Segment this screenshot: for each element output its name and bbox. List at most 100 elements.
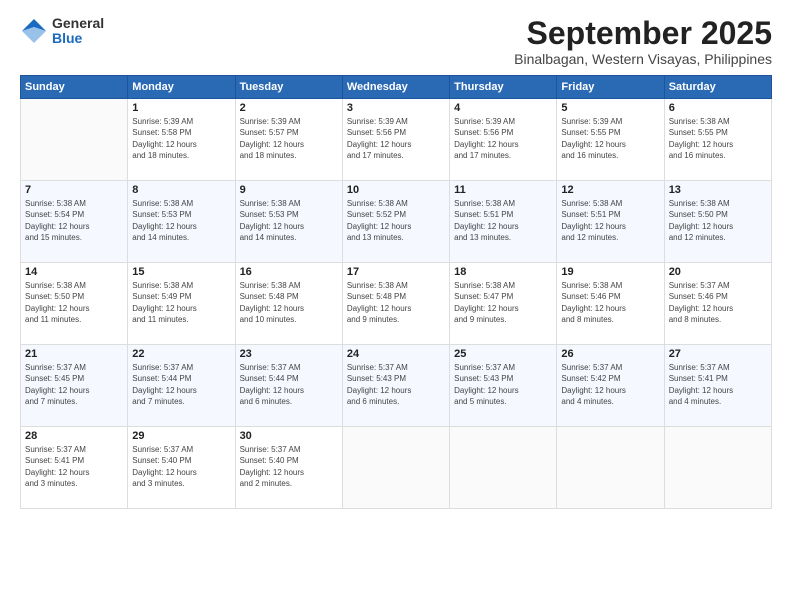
calendar-cell: 8 Sunrise: 5:38 AM Sunset: 5:53 PM Daylig…	[128, 181, 235, 263]
calendar-cell: 12Sunrise: 5:38 AM Sunset: 5:51 PM Dayli…	[557, 181, 664, 263]
day-number: 8	[132, 184, 230, 196]
day-info: Sunrise: 5:38 AM Sunset: 5:49 PM Dayligh…	[132, 280, 230, 325]
day-number: 15	[132, 266, 230, 278]
day-info: Sunrise: 5:38 AM Sunset: 5:47 PM Dayligh…	[454, 280, 552, 325]
day-number: 5	[561, 102, 659, 114]
col-wednesday: Wednesday	[342, 76, 449, 99]
day-info: Sunrise: 5:38 AM Sunset: 5:48 PM Dayligh…	[347, 280, 445, 325]
day-number: 24	[347, 348, 445, 360]
week-row-3: 14 Sunrise: 5:38 AM Sunset: 5:50 PM Dayli…	[21, 263, 772, 345]
calendar-title: September 2025	[514, 16, 772, 51]
day-number: 10	[347, 184, 445, 196]
logo-icon	[20, 17, 48, 45]
col-tuesday: Tuesday	[235, 76, 342, 99]
calendar-cell: 7 Sunrise: 5:38 AM Sunset: 5:54 PM Daylig…	[21, 181, 128, 263]
day-number: 13	[669, 184, 767, 196]
calendar-cell: 6 Sunrise: 5:38 AM Sunset: 5:55 PM Daylig…	[664, 99, 771, 181]
calendar-cell	[557, 427, 664, 509]
calendar-cell: 9Sunrise: 5:38 AM Sunset: 5:53 PM Daylig…	[235, 181, 342, 263]
calendar-cell: 20 Sunrise: 5:37 AM Sunset: 5:46 PM Dayli…	[664, 263, 771, 345]
col-friday: Friday	[557, 76, 664, 99]
day-number: 28	[25, 430, 123, 442]
day-info: Sunrise: 5:37 AM Sunset: 5:43 PM Dayligh…	[454, 362, 552, 407]
calendar-cell: 29 Sunrise: 5:37 AM Sunset: 5:40 PM Dayli…	[128, 427, 235, 509]
col-sunday: Sunday	[21, 76, 128, 99]
calendar-cell: 15 Sunrise: 5:38 AM Sunset: 5:49 PM Dayli…	[128, 263, 235, 345]
day-info: Sunrise: 5:38 AM Sunset: 5:53 PM Dayligh…	[132, 198, 230, 243]
day-number: 20	[669, 266, 767, 278]
header-row: Sunday Monday Tuesday Wednesday Thursday…	[21, 76, 772, 99]
day-number: 23	[240, 348, 338, 360]
calendar-cell: 30Sunrise: 5:37 AM Sunset: 5:40 PM Dayli…	[235, 427, 342, 509]
calendar-body: 1 Sunrise: 5:39 AM Sunset: 5:58 PM Daylig…	[21, 99, 772, 509]
day-number: 3	[347, 102, 445, 114]
calendar-cell	[342, 427, 449, 509]
day-info: Sunrise: 5:38 AM Sunset: 5:54 PM Dayligh…	[25, 198, 123, 243]
day-info: Sunrise: 5:37 AM Sunset: 5:46 PM Dayligh…	[669, 280, 767, 325]
calendar-table: Sunday Monday Tuesday Wednesday Thursday…	[20, 75, 772, 509]
day-number: 25	[454, 348, 552, 360]
calendar-cell: 19 Sunrise: 5:38 AM Sunset: 5:46 PM Dayli…	[557, 263, 664, 345]
day-info: Sunrise: 5:38 AM Sunset: 5:50 PM Dayligh…	[669, 198, 767, 243]
calendar-cell: 28Sunrise: 5:37 AM Sunset: 5:41 PM Dayli…	[21, 427, 128, 509]
calendar-cell: 3 Sunrise: 5:39 AM Sunset: 5:56 PM Daylig…	[342, 99, 449, 181]
col-monday: Monday	[128, 76, 235, 99]
calendar-cell	[450, 427, 557, 509]
day-info: Sunrise: 5:37 AM Sunset: 5:41 PM Dayligh…	[669, 362, 767, 407]
calendar-cell: 24 Sunrise: 5:37 AM Sunset: 5:43 PM Dayli…	[342, 345, 449, 427]
calendar-header: Sunday Monday Tuesday Wednesday Thursday…	[21, 76, 772, 99]
title-block: September 2025 Binalbagan, Western Visay…	[514, 16, 772, 67]
header: General Blue September 2025 Binalbagan, …	[20, 16, 772, 67]
logo-blue-text: Blue	[52, 31, 104, 46]
calendar-cell: 4Sunrise: 5:39 AM Sunset: 5:56 PM Daylig…	[450, 99, 557, 181]
day-info: Sunrise: 5:38 AM Sunset: 5:53 PM Dayligh…	[240, 198, 338, 243]
calendar-cell: 1 Sunrise: 5:39 AM Sunset: 5:58 PM Daylig…	[128, 99, 235, 181]
logo: General Blue	[20, 16, 104, 47]
day-info: Sunrise: 5:39 AM Sunset: 5:58 PM Dayligh…	[132, 116, 230, 161]
day-number: 17	[347, 266, 445, 278]
calendar-cell: 23 Sunrise: 5:37 AM Sunset: 5:44 PM Dayli…	[235, 345, 342, 427]
day-number: 7	[25, 184, 123, 196]
day-info: Sunrise: 5:37 AM Sunset: 5:44 PM Dayligh…	[240, 362, 338, 407]
day-info: Sunrise: 5:37 AM Sunset: 5:42 PM Dayligh…	[561, 362, 659, 407]
calendar-cell: 14 Sunrise: 5:38 AM Sunset: 5:50 PM Dayli…	[21, 263, 128, 345]
day-info: Sunrise: 5:39 AM Sunset: 5:56 PM Dayligh…	[347, 116, 445, 161]
day-info: Sunrise: 5:38 AM Sunset: 5:51 PM Dayligh…	[454, 198, 552, 243]
day-number: 29	[132, 430, 230, 442]
day-number: 21	[25, 348, 123, 360]
calendar-cell: 17 Sunrise: 5:38 AM Sunset: 5:48 PM Dayli…	[342, 263, 449, 345]
week-row-1: 1 Sunrise: 5:39 AM Sunset: 5:58 PM Daylig…	[21, 99, 772, 181]
day-info: Sunrise: 5:37 AM Sunset: 5:43 PM Dayligh…	[347, 362, 445, 407]
day-number: 6	[669, 102, 767, 114]
calendar-cell: 25 Sunrise: 5:37 AM Sunset: 5:43 PM Dayli…	[450, 345, 557, 427]
calendar-cell: 13 Sunrise: 5:38 AM Sunset: 5:50 PM Dayli…	[664, 181, 771, 263]
day-info: Sunrise: 5:39 AM Sunset: 5:57 PM Dayligh…	[240, 116, 338, 161]
calendar-cell: 10 Sunrise: 5:38 AM Sunset: 5:52 PM Dayli…	[342, 181, 449, 263]
day-number: 14	[25, 266, 123, 278]
day-info: Sunrise: 5:38 AM Sunset: 5:55 PM Dayligh…	[669, 116, 767, 161]
calendar-cell: 5 Sunrise: 5:39 AM Sunset: 5:55 PM Daylig…	[557, 99, 664, 181]
logo-general-text: General	[52, 16, 104, 31]
logo-text: General Blue	[52, 16, 104, 47]
calendar-cell	[664, 427, 771, 509]
calendar-cell	[21, 99, 128, 181]
day-number: 26	[561, 348, 659, 360]
day-info: Sunrise: 5:38 AM Sunset: 5:50 PM Dayligh…	[25, 280, 123, 325]
day-info: Sunrise: 5:38 AM Sunset: 5:51 PM Dayligh…	[561, 198, 659, 243]
day-number: 1	[132, 102, 230, 114]
day-number: 4	[454, 102, 552, 114]
day-number: 19	[561, 266, 659, 278]
day-number: 27	[669, 348, 767, 360]
day-info: Sunrise: 5:38 AM Sunset: 5:48 PM Dayligh…	[240, 280, 338, 325]
calendar-cell: 18Sunrise: 5:38 AM Sunset: 5:47 PM Dayli…	[450, 263, 557, 345]
calendar-cell: 2Sunrise: 5:39 AM Sunset: 5:57 PM Daylig…	[235, 99, 342, 181]
calendar-location: Binalbagan, Western Visayas, Philippines	[514, 51, 772, 67]
day-info: Sunrise: 5:38 AM Sunset: 5:46 PM Dayligh…	[561, 280, 659, 325]
week-row-2: 7 Sunrise: 5:38 AM Sunset: 5:54 PM Daylig…	[21, 181, 772, 263]
day-number: 11	[454, 184, 552, 196]
day-info: Sunrise: 5:38 AM Sunset: 5:52 PM Dayligh…	[347, 198, 445, 243]
week-row-4: 21Sunrise: 5:37 AM Sunset: 5:45 PM Dayli…	[21, 345, 772, 427]
day-number: 30	[240, 430, 338, 442]
day-info: Sunrise: 5:37 AM Sunset: 5:40 PM Dayligh…	[132, 444, 230, 489]
day-info: Sunrise: 5:39 AM Sunset: 5:55 PM Dayligh…	[561, 116, 659, 161]
